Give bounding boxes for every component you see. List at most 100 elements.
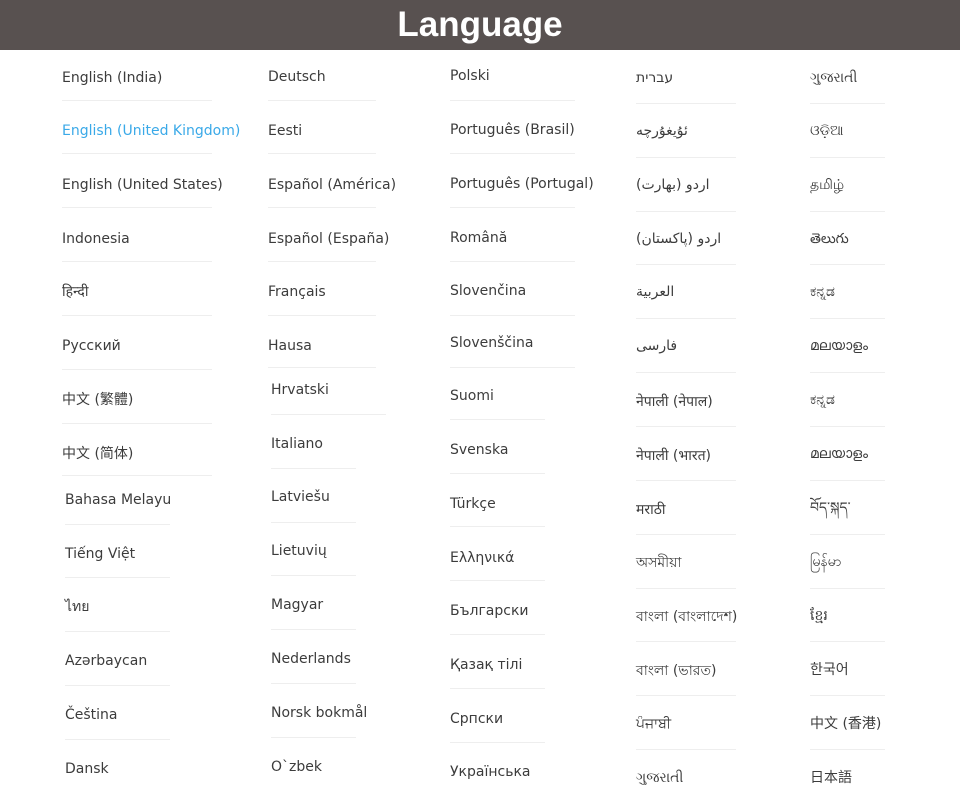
language-option[interactable]: ไทย [65, 597, 89, 617]
language-option[interactable]: ਪੰਜਾਬੀ [636, 714, 671, 734]
language-option-label: Slovenščina [450, 335, 534, 351]
list-divider [268, 100, 376, 101]
language-option[interactable]: Türkçe [450, 494, 496, 514]
language-option[interactable]: Slovenščina [450, 333, 533, 353]
language-option[interactable]: English (India) [62, 68, 162, 88]
language-option[interactable]: മലയാളം [810, 336, 868, 356]
language-option[interactable]: Deutsch [268, 67, 326, 87]
list-divider [62, 423, 212, 424]
language-option-label: Magyar [271, 597, 324, 613]
language-option[interactable]: ગુજરાતી [636, 768, 683, 788]
language-option[interactable]: Hrvatski [271, 380, 329, 400]
language-option[interactable]: Ελληνικά [450, 548, 514, 568]
language-option[interactable]: English (United States) [62, 175, 223, 195]
language-option[interactable]: नेपाली (नेपाल) [636, 392, 713, 412]
language-option[interactable]: Hausa [268, 336, 312, 356]
language-option[interactable]: ଓଡ଼ିଆ [810, 121, 844, 141]
language-option[interactable]: Bahasa Melayu [65, 490, 171, 510]
language-option-label: ਪੰਜਾਬੀ [636, 716, 672, 732]
language-option[interactable]: বাংলা (ভারত) [636, 661, 716, 681]
language-option[interactable]: Italiano [271, 434, 323, 454]
language-option[interactable]: 한국어 [810, 660, 849, 680]
language-option-label: मराठी [636, 502, 666, 518]
language-option-label: Русский [62, 338, 121, 354]
list-divider [271, 575, 356, 576]
language-option[interactable]: Tiếng Việt [65, 544, 135, 564]
language-option[interactable]: Azərbaycan [65, 651, 147, 671]
language-option[interactable]: Lietuvių [271, 541, 327, 561]
language-option[interactable]: Latviešu [271, 487, 330, 507]
language-option[interactable]: Қазақ тілі [450, 655, 522, 675]
language-option[interactable]: اردو (پاکستان) [636, 229, 721, 249]
language-option[interactable]: বাংলা (বাংলাদেশ) [636, 607, 737, 627]
language-option[interactable]: Български [450, 601, 529, 621]
language-option[interactable]: 中文 (繁體) [62, 390, 133, 410]
list-divider [636, 426, 736, 427]
language-option[interactable]: Español (España) [268, 229, 389, 249]
language-option[interactable]: اردو (بھارت) [636, 175, 710, 195]
list-divider [636, 641, 736, 642]
language-option[interactable]: Eesti [268, 121, 302, 141]
language-option[interactable]: Српски [450, 709, 503, 729]
language-option[interactable]: Indonesia [62, 229, 130, 249]
language-option[interactable]: Dansk [65, 759, 109, 779]
language-option[interactable]: O`zbek [271, 757, 322, 777]
language-option-label: Azərbaycan [65, 653, 148, 669]
language-option[interactable]: 中文 (简体) [62, 444, 133, 464]
language-option[interactable]: မြန်မာ [810, 552, 841, 572]
language-option[interactable]: Português (Brasil) [450, 120, 575, 140]
language-option-label: English (United Kingdom) [62, 123, 241, 139]
language-option[interactable]: Magyar [271, 595, 323, 615]
language-option[interactable]: Nederlands [271, 649, 351, 669]
language-option[interactable]: Slovenčina [450, 281, 526, 301]
language-option[interactable]: ગુજરાતી [810, 68, 857, 88]
language-option-label: తెలుగు [810, 231, 849, 247]
language-option[interactable]: हिन्दी [62, 282, 88, 302]
language-option[interactable]: فارسی [636, 336, 677, 356]
language-option-label: Español (América) [268, 177, 397, 193]
language-option[interactable]: ಕನ್ನಡ [810, 390, 835, 410]
language-option-label: English (United States) [62, 177, 223, 193]
language-option[interactable]: தமிழ் [810, 175, 844, 195]
language-option-label: Қазақ тілі [450, 657, 523, 673]
language-option[interactable]: 中文 (香港) [810, 714, 881, 734]
list-divider [450, 419, 545, 420]
language-option[interactable]: मराठी [636, 500, 665, 520]
language-option-label: Slovenčina [450, 283, 527, 299]
list-divider [636, 211, 736, 212]
language-option[interactable]: Română [450, 228, 507, 248]
language-option[interactable]: བོད་སྐད་ [810, 498, 851, 518]
language-option[interactable]: অসমীয়া [636, 553, 681, 573]
language-option-label: Hrvatski [271, 382, 329, 398]
language-option[interactable]: ئۇيغۇرچە [636, 121, 688, 141]
language-option-label: ئۇيغۇرچە [636, 123, 688, 139]
language-option-label: বাংলা (বাংলাদেশ) [636, 609, 738, 625]
list-divider [810, 641, 885, 642]
language-option[interactable]: English (United Kingdom) [62, 121, 240, 141]
language-option[interactable]: ಕನ್ನಡ [810, 282, 835, 302]
language-option-label: Nederlands [271, 651, 351, 667]
list-divider [450, 261, 575, 262]
language-option-label: தமிழ் [810, 177, 845, 193]
language-option[interactable]: മലയാളം [810, 444, 868, 464]
language-option-label: 中文 (香港) [810, 716, 882, 732]
language-option[interactable]: Português (Portugal) [450, 174, 594, 194]
language-option[interactable]: Français [268, 282, 326, 302]
language-option[interactable]: తెలుగు [810, 229, 849, 249]
language-option[interactable]: العربية [636, 282, 674, 302]
language-option[interactable]: Čeština [65, 705, 118, 725]
language-option[interactable]: नेपाली (भारत) [636, 446, 711, 466]
language-option[interactable]: Norsk bokmål [271, 703, 367, 723]
language-option[interactable]: Русский [62, 336, 121, 356]
language-option[interactable]: ខ្មែរ [810, 606, 828, 626]
language-option[interactable]: Español (América) [268, 175, 396, 195]
language-option[interactable]: 日本語 [810, 768, 852, 788]
language-option[interactable]: Українська [450, 762, 530, 782]
language-option[interactable]: Suomi [450, 386, 494, 406]
language-option[interactable]: Svenska [450, 440, 508, 460]
language-option[interactable]: Polski [450, 66, 490, 86]
language-option-label: नेपाली (नेपाल) [636, 394, 713, 410]
list-divider [268, 315, 376, 316]
language-option[interactable]: עברית [636, 68, 673, 88]
language-option-label: فارسی [636, 338, 678, 354]
